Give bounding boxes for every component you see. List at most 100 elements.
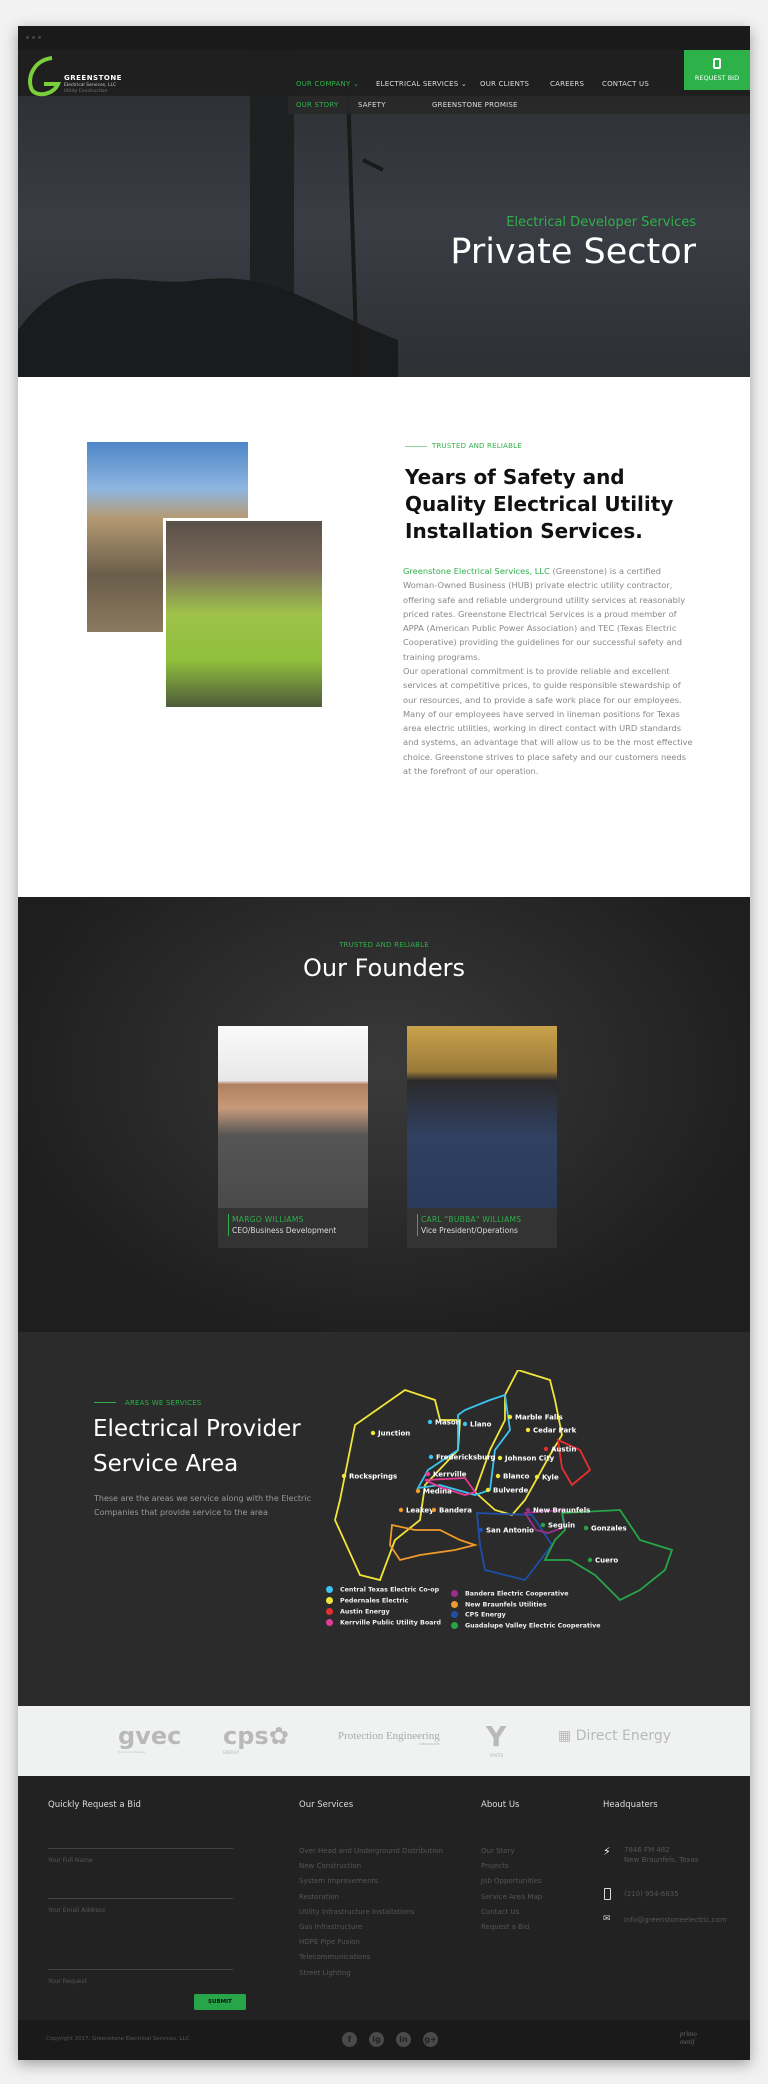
about-text: (Greenstone) is a certified Woman-Owned … — [403, 566, 686, 662]
footer-link[interactable]: Our Story — [481, 1847, 515, 1855]
instagram-icon[interactable]: ig — [369, 2032, 384, 2047]
window-chrome — [18, 26, 750, 50]
city-dot — [478, 1527, 484, 1533]
window-dot[interactable] — [26, 36, 29, 39]
founder-card: CARL "BUBBA" WILLIAMS Vice President/Ope… — [407, 1026, 557, 1248]
service-title-line: Electrical Provider — [93, 1416, 301, 1442]
city-dot — [485, 1487, 491, 1493]
footer-link[interactable]: Request a Bid — [481, 1923, 529, 1931]
greenstone-logo-icon[interactable] — [24, 54, 64, 98]
city-label: Blanco — [503, 1473, 530, 1481]
client-logo-yantis: Y YANTIS — [486, 1720, 506, 1758]
city-dot — [370, 1430, 376, 1436]
legend-item: Guadalupe Valley Electric Cooperative — [451, 1621, 601, 1629]
email-input[interactable] — [48, 1898, 233, 1899]
email-label: Your Email Address — [48, 1907, 106, 1914]
footer-link[interactable]: Contact Us — [481, 1908, 519, 1916]
accent-bar — [228, 1214, 229, 1236]
client-name: Direct Energy — [575, 1728, 672, 1744]
city-dot — [525, 1427, 531, 1433]
founder-role: Vice President/Operations — [421, 1226, 518, 1235]
linkedin-icon[interactable]: in — [396, 2032, 411, 2047]
client-name: gvec — [118, 1722, 182, 1750]
subnav-our-story[interactable]: OUR STORY — [296, 101, 338, 109]
brand-tagline: Utility Construction — [64, 89, 108, 94]
subnav-safety[interactable]: SAFETY — [358, 101, 386, 109]
city-label: Fredericksburg — [436, 1454, 496, 1462]
city-dot — [507, 1414, 513, 1420]
region-nb-utilities — [389, 1523, 479, 1562]
city-dot — [415, 1488, 421, 1494]
city-dot — [427, 1419, 433, 1425]
legend-item: Pedernales Electric — [326, 1597, 408, 1605]
footer-link[interactable]: HDPE Pipe Fusion — [299, 1938, 360, 1946]
footer-link[interactable]: Job Opportunities — [481, 1877, 542, 1885]
client-sub: Your kind of power — [118, 1750, 146, 1754]
map-legend: Central Texas Electric Co-op Pedernales E… — [326, 1586, 726, 1656]
footer-link[interactable]: Over Head and Underground Distribution — [299, 1847, 443, 1855]
full-name-label: Your Full Name — [48, 1857, 93, 1864]
nav-contact-us[interactable]: CONTACT US — [602, 80, 649, 88]
facebook-icon[interactable]: f — [342, 2032, 357, 2047]
footer-link[interactable]: Utility Infrastructure Installations — [299, 1908, 414, 1916]
city-label: Kerrville — [433, 1471, 467, 1479]
client-logo-direct-energy: ▦ Direct Energy — [558, 1728, 672, 1744]
city-label: Austin — [551, 1446, 576, 1454]
footer-link[interactable]: Telecommunications — [299, 1953, 370, 1961]
email-address[interactable]: info@greenstoneelectric.com — [624, 1916, 727, 1924]
legend-item: Kerrville Public Utility Board — [326, 1619, 441, 1627]
about-tag: TRUSTED AND RELIABLE — [432, 442, 522, 450]
google-plus-icon[interactable]: g+ — [423, 2032, 438, 2047]
city-dot — [497, 1455, 503, 1461]
tag-line — [405, 446, 427, 447]
legend-label: Bandera Electric Cooperative — [465, 1590, 569, 1598]
email-icon: ✉ — [603, 1914, 611, 1924]
city-dot — [540, 1522, 546, 1528]
footer-link[interactable]: Restoration — [299, 1893, 339, 1901]
hero-title: Private Sector — [450, 232, 696, 272]
legend-label: Kerrville Public Utility Board — [340, 1619, 442, 1627]
footer-link[interactable]: System Improvements — [299, 1877, 378, 1885]
nav-our-company[interactable]: OUR COMPANY ⌄ — [296, 80, 359, 88]
nav-careers[interactable]: CAREERS — [550, 80, 584, 88]
client-logo-gvec: gvec Your kind of power — [118, 1722, 181, 1754]
footer-link[interactable]: New Construction — [299, 1862, 361, 1870]
founders-tag: TRUSTED AND RELIABLE — [339, 941, 429, 949]
request-bid-button[interactable]: REQUEST BID — [684, 50, 750, 90]
request-input[interactable] — [48, 1969, 233, 1970]
phone-icon — [604, 1888, 611, 1900]
legend-item: Austin Energy — [326, 1608, 390, 1616]
subnav-greenstone-promise[interactable]: GREENSTONE PROMISE — [432, 101, 518, 109]
about-paragraph-1: Greenstone Electrical Services, LLC (Gre… — [403, 564, 693, 664]
service-tag: AREAS WE SERVICES — [125, 1399, 202, 1407]
services-title: Our Services — [299, 1800, 354, 1810]
brand-name[interactable]: GREENSTONE — [64, 74, 122, 82]
footer-link[interactable]: Projects — [481, 1862, 509, 1870]
city-label: Cedar Park — [533, 1427, 577, 1435]
window-dot[interactable] — [32, 36, 35, 39]
city-label: Rocksprings — [349, 1473, 397, 1481]
company-name: Greenstone Electrical Services, LLC — [403, 566, 550, 576]
city-dot — [583, 1525, 589, 1531]
full-name-input[interactable] — [48, 1848, 233, 1849]
bottom-bar: Copyright 2017, Greenstone Electrical Se… — [18, 2020, 750, 2060]
footer-link[interactable]: Street Lighting — [299, 1969, 351, 1977]
city-label: San Antonio — [486, 1527, 534, 1535]
primo-motif-logo[interactable]: primo motif — [680, 2030, 710, 2046]
submit-button[interactable]: SUBMIT — [194, 1994, 246, 2010]
sub-nav: OUR STORY SAFETY GREENSTONE PROMISE — [288, 96, 750, 114]
nav-electrical-services[interactable]: ELECTRICAL SERVICES ⌄ — [376, 80, 467, 88]
city-label: Medina — [423, 1488, 452, 1496]
footer-link[interactable]: Gas Infrastructure — [299, 1923, 363, 1931]
legend-item: CPS Energy — [451, 1611, 506, 1619]
legend-swatch — [326, 1597, 333, 1604]
nav-our-clients[interactable]: OUR CLIENTS — [480, 80, 529, 88]
window-dot[interactable] — [38, 36, 41, 39]
footer-link[interactable]: Service Area Map — [481, 1893, 542, 1901]
phone-number[interactable]: (210) 954-6635 — [624, 1890, 679, 1898]
legend-label: New Braunfels Utilities — [465, 1601, 547, 1608]
city-label: Gonzales — [591, 1525, 627, 1533]
about-heading: Years of Safety and Quality Electrical U… — [405, 465, 674, 543]
legend-swatch — [451, 1600, 458, 1608]
about-title: About Us — [481, 1800, 520, 1810]
